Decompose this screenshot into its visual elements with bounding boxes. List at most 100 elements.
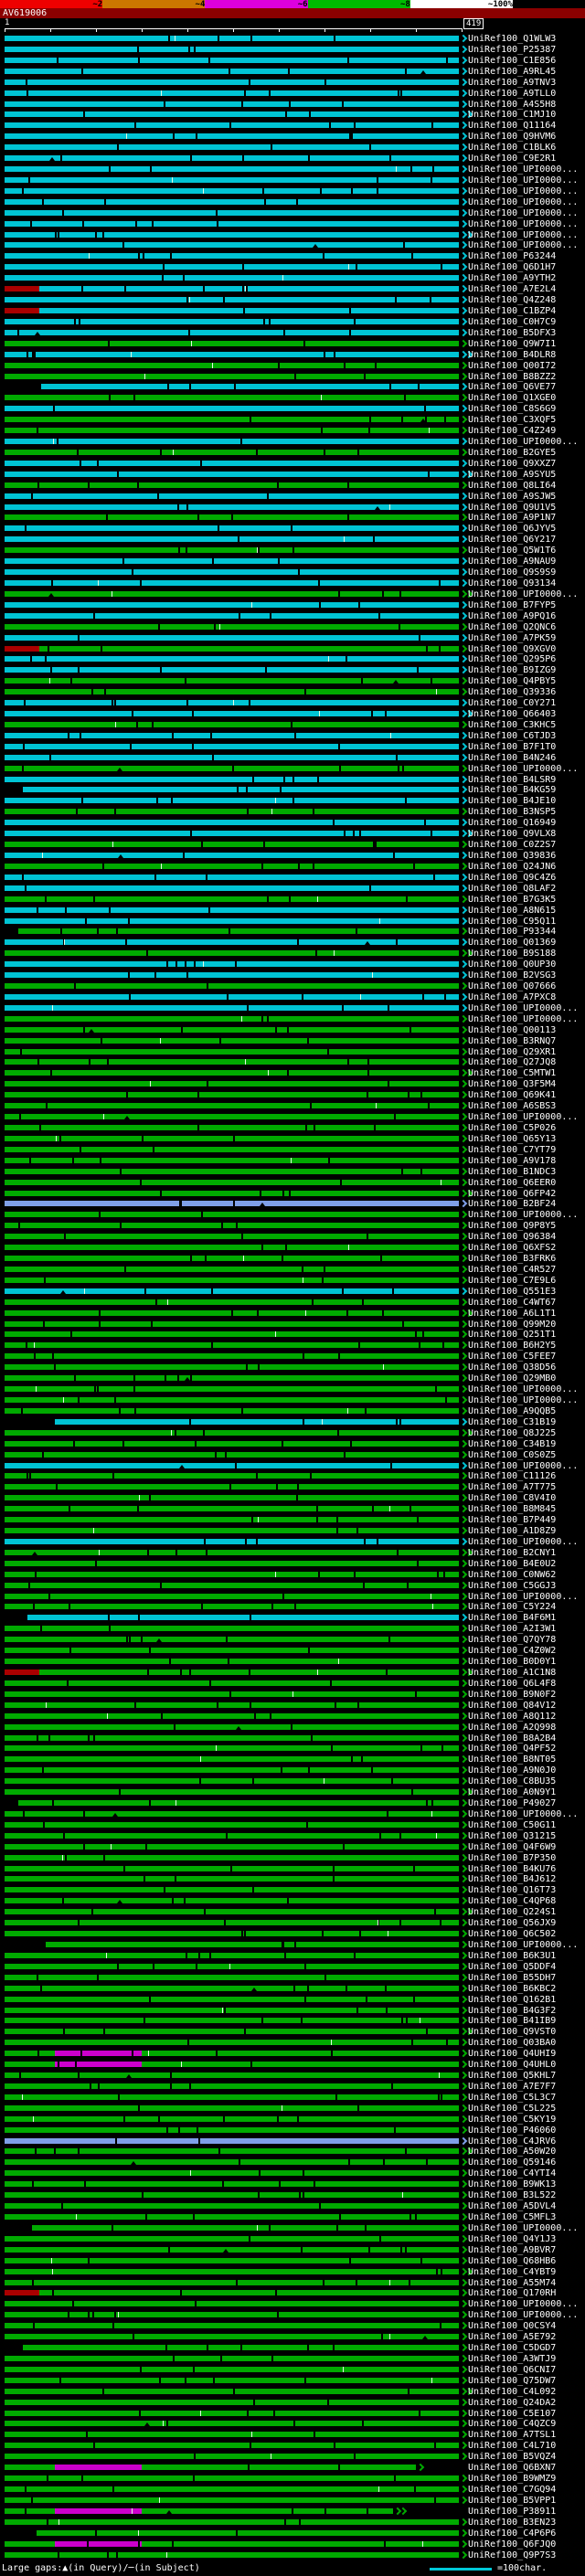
hit-label[interactable]: UniRef100_UPI0000... bbox=[468, 1210, 578, 1220]
hit-label[interactable]: UniRef100_UPI0000... bbox=[468, 764, 578, 774]
hit-label[interactable]: UniRef100_B7P350 bbox=[468, 1853, 556, 1863]
hit-label[interactable]: UniRef100_B8BZZ2 bbox=[468, 372, 556, 382]
alignment-row[interactable]: UniRef100_Q24DA2 bbox=[0, 2397, 585, 2408]
hit-label[interactable]: UniRef100_B8A2B4 bbox=[468, 1733, 556, 1744]
hit-label[interactable]: UniRef100_C4P6P6 bbox=[468, 2528, 556, 2539]
alignment-row[interactable]: UniRef100_C5DGD7 bbox=[0, 2342, 585, 2353]
hit-label[interactable]: UniRef100_B8NT05 bbox=[468, 1754, 556, 1765]
hit-label[interactable]: UniRef100_Q68HB6 bbox=[468, 2256, 556, 2266]
alignment-row[interactable]: UniRef100_Q4F6W9 bbox=[0, 1841, 585, 1852]
hit-label[interactable]: UniRef100_Q6L4F8 bbox=[468, 1679, 556, 1689]
hit-label[interactable]: UniRef100_C8S6G9 bbox=[468, 404, 556, 414]
alignment-row[interactable]: UniRef100_A9SYU5 bbox=[0, 469, 585, 480]
hit-label[interactable]: UniRef100_Q6Y217 bbox=[468, 535, 556, 545]
alignment-row[interactable]: UniRef100_B4G3F2 bbox=[0, 2005, 585, 2016]
hit-label[interactable]: UniRef100_P63244 bbox=[468, 251, 556, 261]
alignment-row[interactable]: UniRef100_B2CNY1 bbox=[0, 1547, 585, 1558]
hit-label[interactable]: UniRef100_UPI0000... bbox=[468, 1112, 578, 1122]
alignment-row[interactable]: UniRef100_A7T775 bbox=[0, 1481, 585, 1492]
hit-label[interactable]: UniRef100_Q9P7S3 bbox=[468, 2550, 556, 2560]
hit-label[interactable]: UniRef100_UPI0000... bbox=[468, 2299, 578, 2309]
alignment-row[interactable]: UniRef100_UPI0000... bbox=[0, 436, 585, 447]
alignment-row[interactable]: UniRef100_B0D0Y1 bbox=[0, 1656, 585, 1667]
alignment-row[interactable]: UniRef100_A1C1N8 bbox=[0, 1667, 585, 1678]
alignment-row[interactable]: UniRef100_C4Z249 bbox=[0, 425, 585, 436]
hit-label[interactable]: UniRef100_B3EN23 bbox=[468, 2518, 556, 2528]
hit-label[interactable]: UniRef100_A9QQB5 bbox=[468, 1406, 556, 1416]
hit-label[interactable]: UniRef100_C3XQF5 bbox=[468, 415, 556, 425]
hit-label[interactable]: UniRef100_A9RL45 bbox=[468, 67, 556, 77]
hit-label[interactable]: UniRef100_B7G3K5 bbox=[468, 895, 556, 905]
alignment-row[interactable]: UniRef100_C6TJD3 bbox=[0, 730, 585, 741]
alignment-row[interactable]: UniRef100_UPI0000... bbox=[0, 1383, 585, 1394]
alignment-row[interactable]: UniRef100_C1BLK6 bbox=[0, 142, 585, 153]
alignment-row[interactable]: UniRef100_A9YTH2 bbox=[0, 272, 585, 283]
alignment-row[interactable]: UniRef100_Q6FJQ0 bbox=[0, 2539, 585, 2549]
alignment-row[interactable]: UniRef100_Q03BA0 bbox=[0, 2037, 585, 2048]
hit-label[interactable]: UniRef100_Q8LI64 bbox=[468, 481, 556, 491]
hit-label[interactable]: UniRef100_C4YBT9 bbox=[468, 2267, 556, 2277]
hit-label[interactable]: UniRef100_Q16T73 bbox=[468, 1885, 556, 1895]
hit-label[interactable]: UniRef100_UPI0000... bbox=[468, 164, 578, 175]
alignment-row[interactable]: UniRef100_C0H7C9 bbox=[0, 316, 585, 327]
alignment-row[interactable]: UniRef100_A9RL45 bbox=[0, 66, 585, 77]
alignment-row[interactable]: UniRef100_B4F6M1 bbox=[0, 1612, 585, 1623]
alignment-row[interactable]: UniRef100_Q93134 bbox=[0, 578, 585, 588]
alignment-row[interactable]: UniRef100_B8M845 bbox=[0, 1503, 585, 1514]
alignment-row[interactable]: UniRef100_A3WTJ9 bbox=[0, 2353, 585, 2364]
hit-label[interactable]: UniRef100_A7E7F7 bbox=[468, 2082, 556, 2092]
alignment-row[interactable]: UniRef100_Q6L4F8 bbox=[0, 1678, 585, 1689]
alignment-row[interactable]: UniRef100_B7P449 bbox=[0, 1514, 585, 1525]
alignment-row[interactable]: UniRef100_P93344 bbox=[0, 926, 585, 937]
alignment-row[interactable]: UniRef100_A5E792 bbox=[0, 2331, 585, 2342]
hit-label[interactable]: UniRef100_B2CNY1 bbox=[468, 1548, 556, 1558]
alignment-row[interactable]: UniRef100_Q9P8Y5 bbox=[0, 1220, 585, 1231]
alignment-row[interactable]: UniRef100_Q01369 bbox=[0, 937, 585, 948]
alignment-row[interactable]: UniRef100_Q27JQ8 bbox=[0, 1056, 585, 1067]
alignment-row[interactable]: UniRef100_Q29MB0 bbox=[0, 1373, 585, 1383]
alignment-row[interactable]: UniRef100_B5DFX3 bbox=[0, 327, 585, 338]
alignment-row[interactable]: UniRef100_A0N9Y1 bbox=[0, 1786, 585, 1797]
alignment-row[interactable]: UniRef100_UPI0000... bbox=[0, 2222, 585, 2233]
alignment-row[interactable]: UniRef100_B41IB9 bbox=[0, 2015, 585, 2026]
hit-label[interactable]: UniRef100_Q9C4Z6 bbox=[468, 873, 556, 883]
hit-label[interactable]: UniRef100_Q5W1T6 bbox=[468, 546, 556, 556]
hit-label[interactable]: UniRef100_UPI0000... bbox=[468, 230, 578, 240]
alignment-row[interactable]: UniRef100_C1MJ10 bbox=[0, 109, 585, 120]
hit-label[interactable]: UniRef100_A55M74 bbox=[468, 2278, 556, 2288]
alignment-row[interactable]: UniRef100_C1E856 bbox=[0, 55, 585, 66]
alignment-row[interactable]: UniRef100_P49027 bbox=[0, 1797, 585, 1808]
hit-label[interactable]: UniRef100_A7TSL1 bbox=[468, 2430, 556, 2440]
hit-label[interactable]: UniRef100_A2I3W1 bbox=[468, 1624, 556, 1634]
alignment-row[interactable]: UniRef100_C5L3C7 bbox=[0, 2092, 585, 2103]
hit-label[interactable]: UniRef100_UPI0000... bbox=[468, 240, 578, 250]
alignment-row[interactable]: UniRef100_UPI0000... bbox=[0, 218, 585, 229]
alignment-row[interactable]: UniRef100_Q9VLX8 bbox=[0, 828, 585, 839]
alignment-row[interactable]: UniRef100_A7PXC8 bbox=[0, 991, 585, 1002]
alignment-row[interactable]: UniRef100_C0NW62 bbox=[0, 1569, 585, 1580]
hit-label[interactable]: UniRef100_C0Z2S7 bbox=[468, 840, 556, 850]
alignment-row[interactable]: UniRef100_A6SBS3 bbox=[0, 1100, 585, 1111]
alignment-row[interactable]: UniRef100_A2Q998 bbox=[0, 1722, 585, 1733]
alignment-row[interactable]: UniRef100_C1BZP4 bbox=[0, 305, 585, 316]
alignment-row[interactable]: UniRef100_B5VPP1 bbox=[0, 2495, 585, 2506]
hit-label[interactable]: UniRef100_C1E856 bbox=[468, 56, 556, 66]
alignment-row[interactable]: UniRef100_C5FEE7 bbox=[0, 1351, 585, 1362]
hit-label[interactable]: UniRef100_Q99M20 bbox=[468, 1320, 556, 1330]
hit-label[interactable]: UniRef100_Q29XR1 bbox=[468, 1047, 556, 1057]
alignment-row[interactable]: UniRef100_UPI0000... bbox=[0, 1002, 585, 1013]
alignment-row[interactable]: UniRef100_UPI0000... bbox=[0, 1394, 585, 1405]
hit-label[interactable]: UniRef100_A9NAU9 bbox=[468, 557, 556, 567]
hit-label[interactable]: UniRef100_B3FRK6 bbox=[468, 1254, 556, 1264]
hit-label[interactable]: UniRef100_A7PK59 bbox=[468, 633, 556, 643]
hit-label[interactable]: UniRef100_C5FEE7 bbox=[468, 1352, 556, 1362]
alignment-row[interactable]: UniRef100_C5GGJ3 bbox=[0, 1580, 585, 1591]
alignment-row[interactable]: UniRef100_B3FRK6 bbox=[0, 1253, 585, 1264]
hit-label[interactable]: UniRef100_A0N9Y1 bbox=[468, 1787, 556, 1797]
alignment-row[interactable]: UniRef100_Q11164 bbox=[0, 120, 585, 131]
alignment-row[interactable]: UniRef100_Q75DW7 bbox=[0, 2375, 585, 2386]
hit-label[interactable]: UniRef100_C1BLK6 bbox=[468, 143, 556, 153]
alignment-row[interactable]: UniRef100_C95Q11 bbox=[0, 916, 585, 927]
alignment-row[interactable]: UniRef100_B6KBC2 bbox=[0, 1983, 585, 1994]
alignment-row[interactable]: UniRef100_A9P1N7 bbox=[0, 512, 585, 523]
